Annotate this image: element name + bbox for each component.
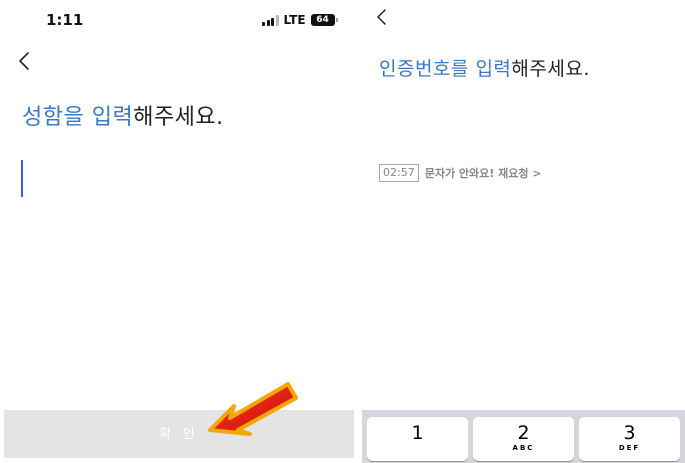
resend-link[interactable]: 문자가 안와요! 재요청 > <box>425 165 542 181</box>
red-arrow-annotation <box>208 382 298 436</box>
key-1[interactable]: 1 <box>367 417 468 461</box>
key-number: 1 <box>411 422 424 444</box>
key-letters: DEF <box>618 444 641 452</box>
back-chevron-icon[interactable] <box>374 8 390 26</box>
timer-row: 02:57 문자가 안와요! 재요청 > <box>379 164 542 182</box>
title-rest: 해주세요. <box>133 105 224 130</box>
battery-icon: 64 <box>310 14 338 26</box>
key-3[interactable]: 3 DEF <box>579 417 680 461</box>
key-number: 3 <box>623 422 636 444</box>
page-title: 인증번호를 입력해주세요. <box>379 54 590 81</box>
name-entry-screen: 1:11 LTE 64 성함을 입력해주세요. 확 인 <box>0 0 356 463</box>
back-chevron-icon[interactable] <box>15 50 35 72</box>
key-letters: ABC <box>512 444 535 452</box>
status-indicators: LTE 64 <box>262 13 338 27</box>
numeric-keypad: 1 2 ABC 3 DEF <box>362 410 685 463</box>
network-label: LTE <box>283 13 306 27</box>
key-number: 2 <box>517 422 530 444</box>
name-input-caret[interactable] <box>21 160 23 197</box>
verification-screen: 인증번호를 입력해주세요. 02:57 문자가 안와요! 재요청 > 1 2 A… <box>362 0 685 463</box>
title-highlight: 성함을 입력 <box>22 105 134 130</box>
confirm-button[interactable]: 확 인 <box>4 410 354 458</box>
page-title: 성함을 입력해주세요. <box>22 99 224 131</box>
status-time: 1:11 <box>46 11 84 29</box>
title-highlight: 인증번호를 입력 <box>379 58 512 80</box>
countdown-timer: 02:57 <box>379 164 419 182</box>
signal-icon <box>262 14 279 26</box>
title-rest: 해주세요. <box>511 58 590 80</box>
key-2[interactable]: 2 ABC <box>473 417 574 461</box>
